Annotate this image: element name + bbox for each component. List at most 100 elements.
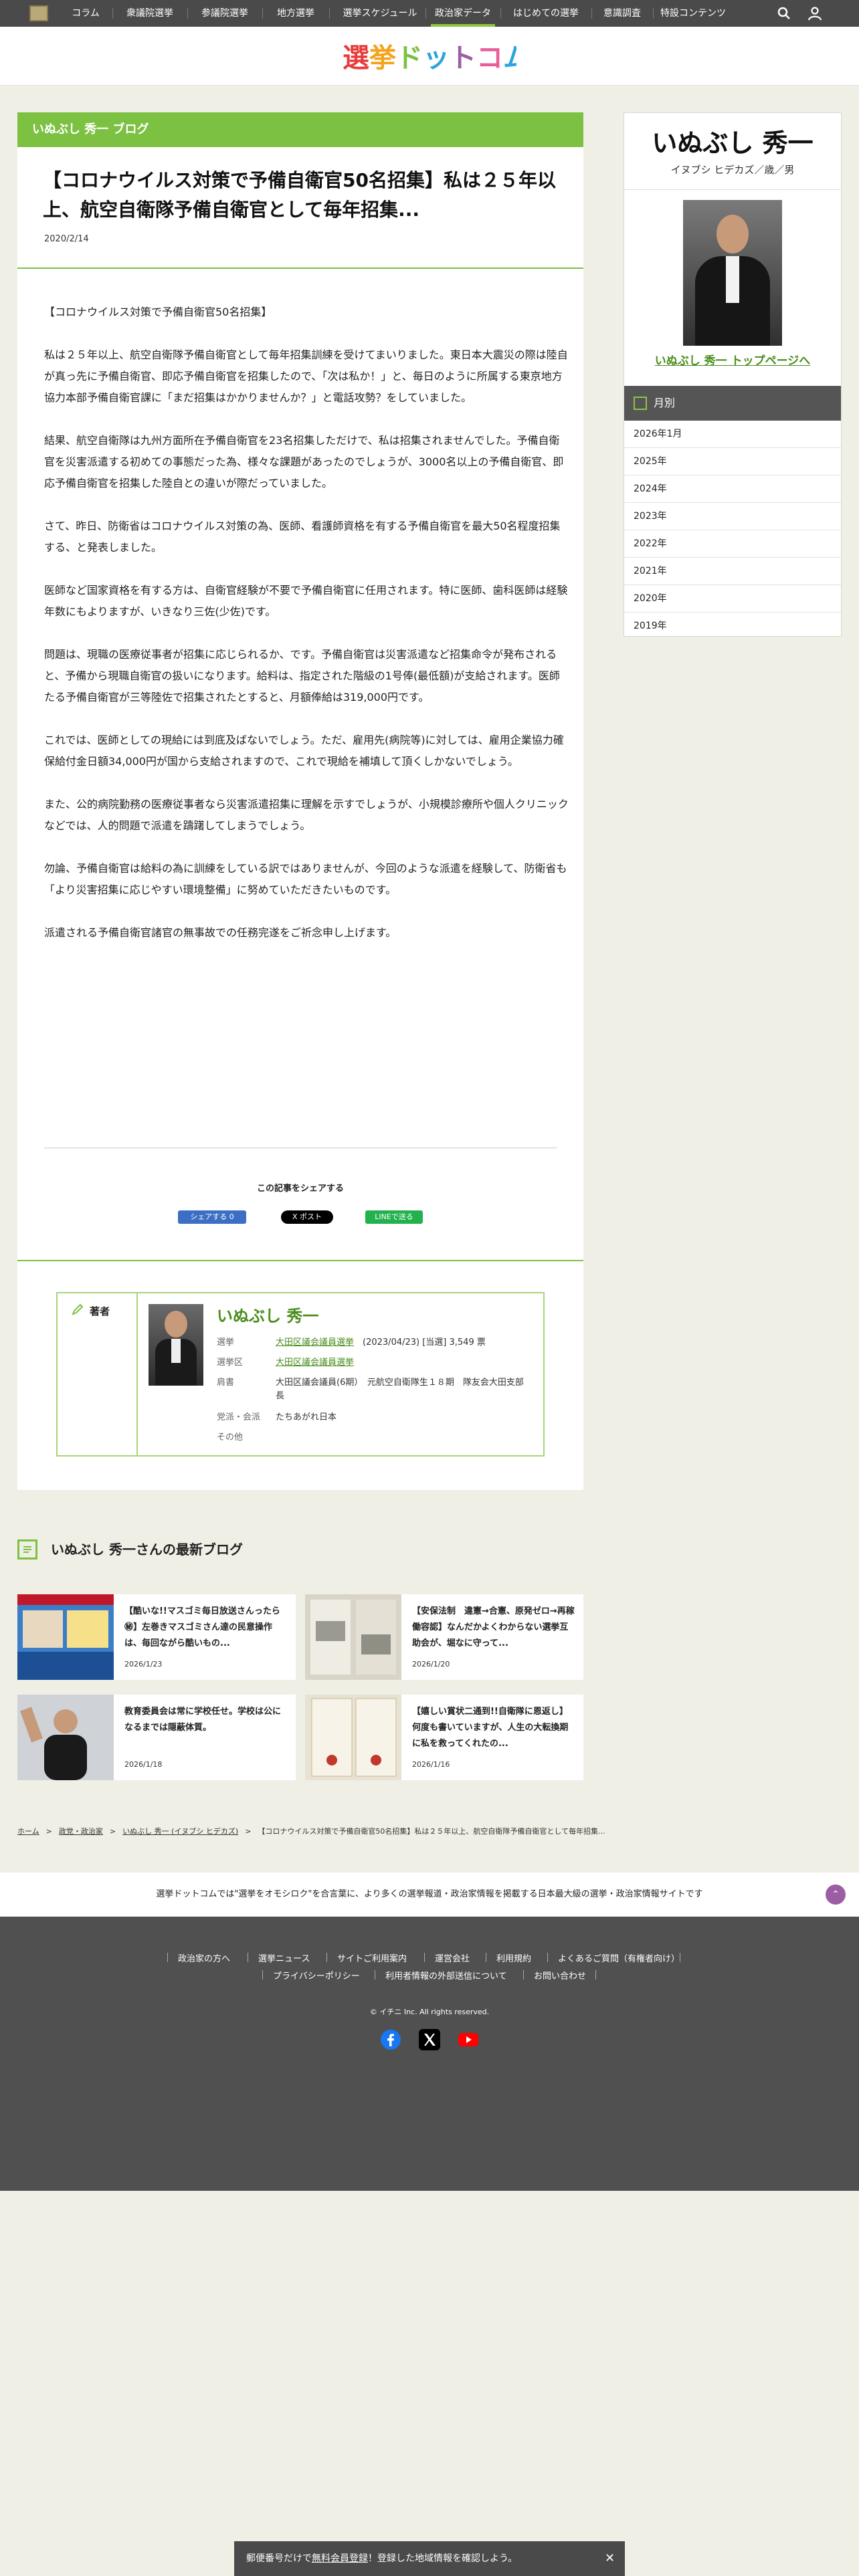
- blog-card-date: 2026/1/20: [412, 1660, 450, 1669]
- breadcrumb-home[interactable]: ホーム: [17, 1827, 39, 1836]
- author-row-party: 党派・会派 たちあがれ日本: [217, 1411, 337, 1424]
- nav-election-schedule[interactable]: 選挙スケジュール: [335, 0, 425, 27]
- blog-thumbnail: [305, 1695, 401, 1780]
- x-post-button[interactable]: X ポスト: [281, 1210, 333, 1224]
- nav-special-content[interactable]: 特設コンテンツ: [658, 0, 728, 27]
- blog-thumbnail: [305, 1594, 401, 1680]
- article-paragraph: さて、昨日、防衛省はコロナウイルス対策の為、医師、看護師資格を有する予備自衛官を…: [44, 520, 561, 554]
- row-key: 選挙区: [217, 1358, 244, 1368]
- archive-month[interactable]: 2024年: [624, 475, 841, 503]
- blog-card-title: 教育委員会は常に学校任せ。学校は公になるまでは隠蔽体質。: [124, 1707, 282, 1733]
- district-link[interactable]: 大田区議会議員選挙: [276, 1358, 354, 1368]
- nav-divider: [653, 8, 654, 19]
- user-icon[interactable]: [807, 5, 823, 21]
- article-paragraph: 医師など国家資格を有する方は、自衛官経験が不要で予備自衛官に任用されます。特に医…: [44, 584, 568, 618]
- footer-link[interactable]: 利用規約: [496, 1951, 531, 1964]
- archive-month[interactable]: 2025年: [624, 448, 841, 475]
- breadcrumb-current: 【コロナウイルス対策で予備自衛官50名招集】私は２５年以上、航空自衛隊予備自衛官…: [258, 1827, 605, 1836]
- row-key: 肩書: [217, 1378, 235, 1388]
- author-name[interactable]: いぬぶし 秀一: [217, 1303, 318, 1326]
- calendar-icon: [634, 397, 647, 410]
- home-icon[interactable]: [29, 5, 48, 21]
- nav-local-election[interactable]: 地方選挙: [268, 0, 324, 27]
- blog-card[interactable]: 【酷いな!!マスゴミ毎日放送さんったら㊙】左巻きマスゴミさん達の民意操作は、毎回…: [17, 1594, 296, 1680]
- sidebar-kana: イヌブシ ヒデカズ／歳／男: [670, 164, 795, 176]
- blog-card[interactable]: 教育委員会は常に学校任せ。学校は公になるまでは隠蔽体質。 2026/1/18: [17, 1695, 296, 1780]
- facebook-icon[interactable]: [380, 2029, 401, 2050]
- nav-divider: [262, 8, 263, 19]
- row-key: 党派・会派: [217, 1412, 261, 1422]
- blog-thumbnail: [17, 1695, 114, 1780]
- article-paragraph: 結果、航空自衛隊は九州方面所在予備自衛官を23名招集しただけで、私は招集されませ…: [44, 434, 564, 490]
- close-icon[interactable]: ✕: [605, 2541, 615, 2576]
- archive-month[interactable]: 2023年: [624, 503, 841, 530]
- blog-card[interactable]: 【嬉しい賞状二通到!!自衛隊に恩返し】何度も書いていますが、人生の大転換期に私を…: [305, 1695, 583, 1780]
- row-value: 大田区議会議員(6期） 元航空自衛隊生１８期 隊友会大田支部長: [276, 1378, 524, 1401]
- back-to-top-button[interactable]: ⌃: [826, 1885, 846, 1905]
- register-link[interactable]: 無料会員登録: [312, 2553, 368, 2564]
- article-paragraph: 私は２５年以上、航空自衛隊予備自衛官として毎年招集訓練を受けてまいりました。東日…: [44, 348, 568, 404]
- row-value: たちあがれ日本: [276, 1412, 337, 1422]
- politician-top-link[interactable]: いぬぶし 秀一 トップページへ: [624, 351, 841, 368]
- footer-tagline: 選挙ドットコムでは"選挙をオモシロク"を合言葉に、より多くの選挙報道・政治家情報…: [0, 1872, 859, 1917]
- author-photo[interactable]: [149, 1304, 203, 1386]
- latest-blog-title: いぬぶし 秀一さんの最新ブログ: [51, 1541, 243, 1558]
- breadcrumb-politician[interactable]: いぬぶし 秀一 (イヌブシ ヒデカズ): [122, 1827, 238, 1836]
- footer-link[interactable]: サイトご利用案内: [337, 1951, 407, 1964]
- site-logo[interactable]: 選挙ドットコム: [343, 37, 516, 75]
- article-paragraph: 【コロナウイルス対策で予備自衛官50名招集】: [44, 306, 272, 318]
- blog-article: いぬぶし 秀一 ブログ 【コロナウイルス対策で予備自衛官50名招集】私は２５年以…: [17, 112, 583, 1490]
- line-share-button[interactable]: LINEで送る: [365, 1210, 423, 1224]
- blog-card-date: 2026/1/18: [124, 1760, 163, 1769]
- share-title: この記事をシェアする: [256, 1184, 344, 1194]
- monthly-archive-header: 月別: [624, 386, 841, 421]
- footer-link[interactable]: 選挙ニュース: [258, 1951, 310, 1964]
- sidebar-name: いぬぶし 秀一: [652, 128, 814, 158]
- youtube-icon[interactable]: [458, 2029, 479, 2050]
- nav-column[interactable]: コラム: [64, 0, 107, 27]
- nav-survey[interactable]: 意識調査: [597, 0, 648, 27]
- divider: [17, 1260, 583, 1261]
- archive-month[interactable]: 2020年: [624, 585, 841, 613]
- article-paragraph: 勿論、予備自衛官は給料の為に訓練をしている訳ではありませんが、今回のような派遣を…: [44, 862, 567, 896]
- search-icon[interactable]: [776, 5, 792, 21]
- nav-first-election[interactable]: はじめての選挙: [506, 0, 586, 27]
- footer-link[interactable]: よくあるご質問（有権者向け）: [558, 1951, 680, 1964]
- politician-sidebar: いぬぶし 秀一 イヌブシ ヒデカズ／歳／男 いぬぶし 秀一 トップページへ 月別…: [624, 112, 842, 637]
- footer-link[interactable]: 政治家の方へ: [178, 1951, 230, 1964]
- archive-month[interactable]: 2021年: [624, 558, 841, 585]
- blog-card-date: 2026/1/16: [412, 1760, 450, 1769]
- archive-month[interactable]: 2019年: [624, 613, 841, 640]
- nav-politician-data[interactable]: 政治家データ: [431, 0, 495, 27]
- divider: [17, 267, 583, 269]
- blog-thumbnail: [17, 1594, 114, 1680]
- breadcrumb-parties[interactable]: 政党・政治家: [59, 1827, 103, 1836]
- blog-card-date: 2026/1/23: [124, 1660, 163, 1669]
- nav-house-election[interactable]: 衆議院選挙: [118, 0, 182, 27]
- site-footer: 政治家の方へ 選挙ニュース サイトご利用案内 運営会社 利用規約 よくあるご質問…: [0, 1917, 859, 2191]
- footer-link[interactable]: お問い合わせ: [534, 1969, 586, 1981]
- article-date: 2020/2/14: [44, 234, 89, 244]
- blog-label: いぬぶし 秀一 ブログ: [17, 112, 583, 147]
- nav-divider: [187, 8, 188, 19]
- nav-divider: [112, 8, 113, 19]
- archive-month[interactable]: 2026年1月: [624, 421, 841, 448]
- top-navigation: コラム 衆議院選挙 参議院選挙 地方選挙 選挙スケジュール 政治家データ はじめ…: [0, 0, 859, 27]
- election-link[interactable]: 大田区議会議員選挙: [276, 1337, 354, 1348]
- footer-link[interactable]: 利用者情報の外部送信について: [385, 1969, 507, 1981]
- monthly-archive-title: 月別: [654, 397, 676, 409]
- author-box: 著者 いぬぶし 秀一 選挙 大田区議会議員選挙 (2023/04/23) [当選]…: [56, 1292, 545, 1457]
- nav-councillors-election[interactable]: 参議院選挙: [193, 0, 257, 27]
- facebook-share-button[interactable]: シェアする 0: [178, 1210, 246, 1224]
- footer-link[interactable]: プライバシーポリシー: [273, 1969, 360, 1981]
- pen-icon: [72, 1303, 84, 1315]
- x-icon[interactable]: [419, 2029, 440, 2050]
- archive-month[interactable]: 2022年: [624, 530, 841, 558]
- nav-divider: [329, 8, 330, 19]
- politician-photo[interactable]: [683, 200, 782, 346]
- footer-link[interactable]: 運営会社: [435, 1951, 470, 1964]
- blog-card[interactable]: 【安保法制 違憲→合憲、原発ゼロ→再稼働容認】なんだかよくわからない選挙互助会が…: [305, 1594, 583, 1680]
- author-label-cell: 著者: [58, 1293, 138, 1455]
- author-row-other: その他: [217, 1431, 276, 1444]
- brand-header: 選挙ドットコム: [0, 27, 859, 86]
